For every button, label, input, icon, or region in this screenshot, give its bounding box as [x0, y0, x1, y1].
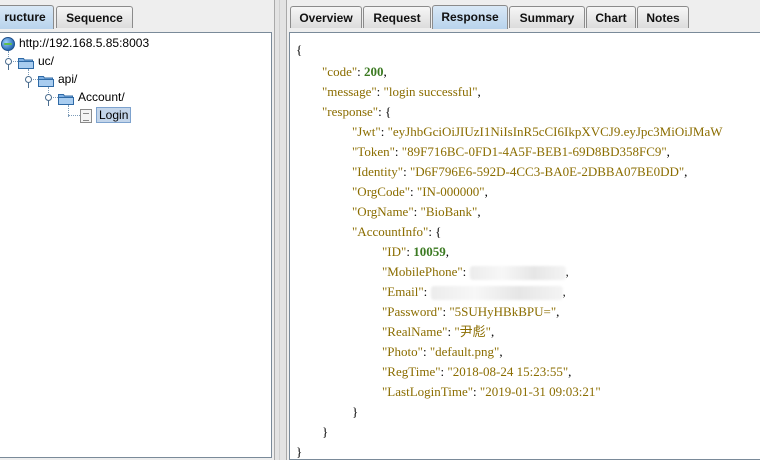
redacted-value	[469, 266, 566, 281]
json-brace: }	[322, 424, 329, 439]
json-key: "Token"	[352, 144, 395, 159]
json-line: {	[296, 40, 302, 60]
folder-open-icon	[38, 74, 54, 87]
tab-request[interactable]: Request	[363, 6, 431, 28]
tree-item-api[interactable]: api/	[38, 70, 77, 88]
folder-open-icon	[58, 92, 74, 105]
tree-item-label: Account/	[78, 90, 125, 104]
json-key: "code"	[322, 64, 358, 79]
json-key: "OrgCode"	[352, 184, 411, 199]
json-line: "RealName": "尹彪",	[382, 324, 495, 339]
json-key: "OrgName"	[352, 204, 414, 219]
expand-toggle-icon[interactable]	[25, 76, 32, 88]
globe-icon	[1, 36, 15, 51]
left-tabbar: ructure Sequence	[0, 0, 274, 30]
json-string: "尹彪"	[454, 324, 491, 339]
tab-overview[interactable]: Overview	[290, 6, 362, 28]
tree-item-uc[interactable]: uc/	[18, 52, 54, 70]
json-line: "MobilePhone": ,	[382, 264, 569, 281]
json-key: "RegTime"	[382, 364, 441, 379]
json-line: "Photo": "default.png",	[382, 344, 503, 359]
tree-line	[68, 115, 80, 116]
folder-open-icon	[18, 56, 34, 69]
json-line: }	[352, 402, 358, 422]
json-key: "Password"	[382, 304, 443, 319]
json-line: "Token": "89F716BC-0FD1-4A5F-BEB1-69D8BD…	[352, 144, 670, 159]
tree-item-account[interactable]: Account/	[58, 88, 125, 106]
json-line: "Jwt": "eyJhbGciOiJIUzI1NiIsInR5cCI6IkpX…	[352, 124, 723, 139]
splitter-grip	[279, 0, 280, 460]
json-line: }	[296, 442, 302, 462]
tab-structure[interactable]: ructure	[0, 5, 54, 29]
tab-notes[interactable]: Notes	[637, 6, 689, 28]
tab-sequence[interactable]: Sequence	[56, 6, 133, 28]
json-string: "89F716BC-0FD1-4A5F-BEB1-69D8BD358FC9"	[401, 144, 667, 159]
tree-item-host[interactable]: http://192.168.5.85:8003	[1, 34, 149, 52]
json-line: "Email": ,	[382, 284, 566, 301]
json-string: "2018-08-24 15:23:55"	[447, 364, 569, 379]
tab-response[interactable]: Response	[432, 5, 508, 29]
tree-item-label: uc/	[38, 54, 55, 68]
tab-chart[interactable]: Chart	[586, 6, 636, 28]
json-key: "Photo"	[382, 344, 423, 359]
response-body[interactable]: { "code": 200, "message": "login success…	[289, 32, 760, 460]
json-key: "ID"	[382, 244, 407, 259]
tree-item-label-selected: Login	[96, 107, 132, 123]
tree-item-login[interactable]: Login	[80, 106, 132, 124]
json-line: "LastLoginTime": "2019-01-31 09:03:21"	[382, 384, 601, 399]
json-string: "2019-01-31 09:03:21"	[479, 384, 601, 399]
json-line: "message": "login successful",	[322, 84, 481, 99]
json-brace: }	[352, 404, 359, 419]
expand-toggle-icon[interactable]	[45, 94, 52, 106]
right-tabbar: Overview Request Response Summary Chart …	[287, 0, 760, 30]
document-icon	[80, 108, 92, 123]
json-string: "IN-000000"	[416, 184, 485, 199]
panel-splitter[interactable]	[275, 0, 287, 460]
json-line: "OrgName": "BioBank",	[352, 204, 481, 219]
json-line: "code": 200,	[322, 64, 387, 79]
json-key: "message"	[322, 84, 377, 99]
expand-toggle-icon[interactable]	[5, 58, 12, 70]
json-line: "AccountInfo": {	[352, 224, 442, 239]
json-number: 200	[364, 64, 384, 79]
json-key: "RealName"	[382, 324, 448, 339]
json-line: "RegTime": "2018-08-24 15:23:55",	[382, 364, 572, 379]
json-key: "Email"	[382, 284, 424, 299]
json-string: "D6F796E6-592D-4CC3-BA0E-2DBBA07BE0DD"	[409, 164, 685, 179]
redacted-value	[430, 286, 563, 301]
structure-panel: ructure Sequence http://192.168.5.85:800…	[0, 0, 275, 460]
json-brace: }	[296, 444, 303, 459]
json-key: "response"	[322, 104, 379, 119]
json-line: }	[322, 422, 328, 442]
tree-item-label: http://192.168.5.85:8003	[19, 36, 150, 50]
detail-panel: Overview Request Response Summary Chart …	[287, 0, 760, 460]
json-key: "AccountInfo"	[352, 224, 429, 239]
json-line: "Identity": "D6F796E6-592D-4CC3-BA0E-2DB…	[352, 164, 688, 179]
json-key: "Jwt"	[352, 124, 381, 139]
json-string: "login successful"	[383, 84, 478, 99]
tree-item-label: api/	[58, 72, 78, 86]
json-key: "Identity"	[352, 164, 404, 179]
structure-tree: http://192.168.5.85:8003 uc/ api/ Accoun…	[0, 32, 272, 458]
json-number: 10059	[413, 244, 446, 259]
json-line: "response": {	[322, 104, 392, 119]
json-string: "eyJhbGciOiJIUzI1NiIsInR5cCI6IkpXVCJ9.ey…	[387, 124, 723, 139]
json-brace: {	[296, 42, 303, 57]
json-string: "5SUHyHBkBPU="	[449, 304, 557, 319]
json-string: "BioBank"	[420, 204, 478, 219]
json-line: "OrgCode": "IN-000000",	[352, 184, 488, 199]
json-key: "MobilePhone"	[382, 264, 463, 279]
json-line: "ID": 10059,	[382, 244, 449, 259]
json-string: "default.png"	[429, 344, 500, 359]
tab-summary[interactable]: Summary	[509, 6, 585, 28]
json-line: "Password": "5SUHyHBkBPU=",	[382, 304, 560, 319]
json-key: "LastLoginTime"	[382, 384, 474, 399]
